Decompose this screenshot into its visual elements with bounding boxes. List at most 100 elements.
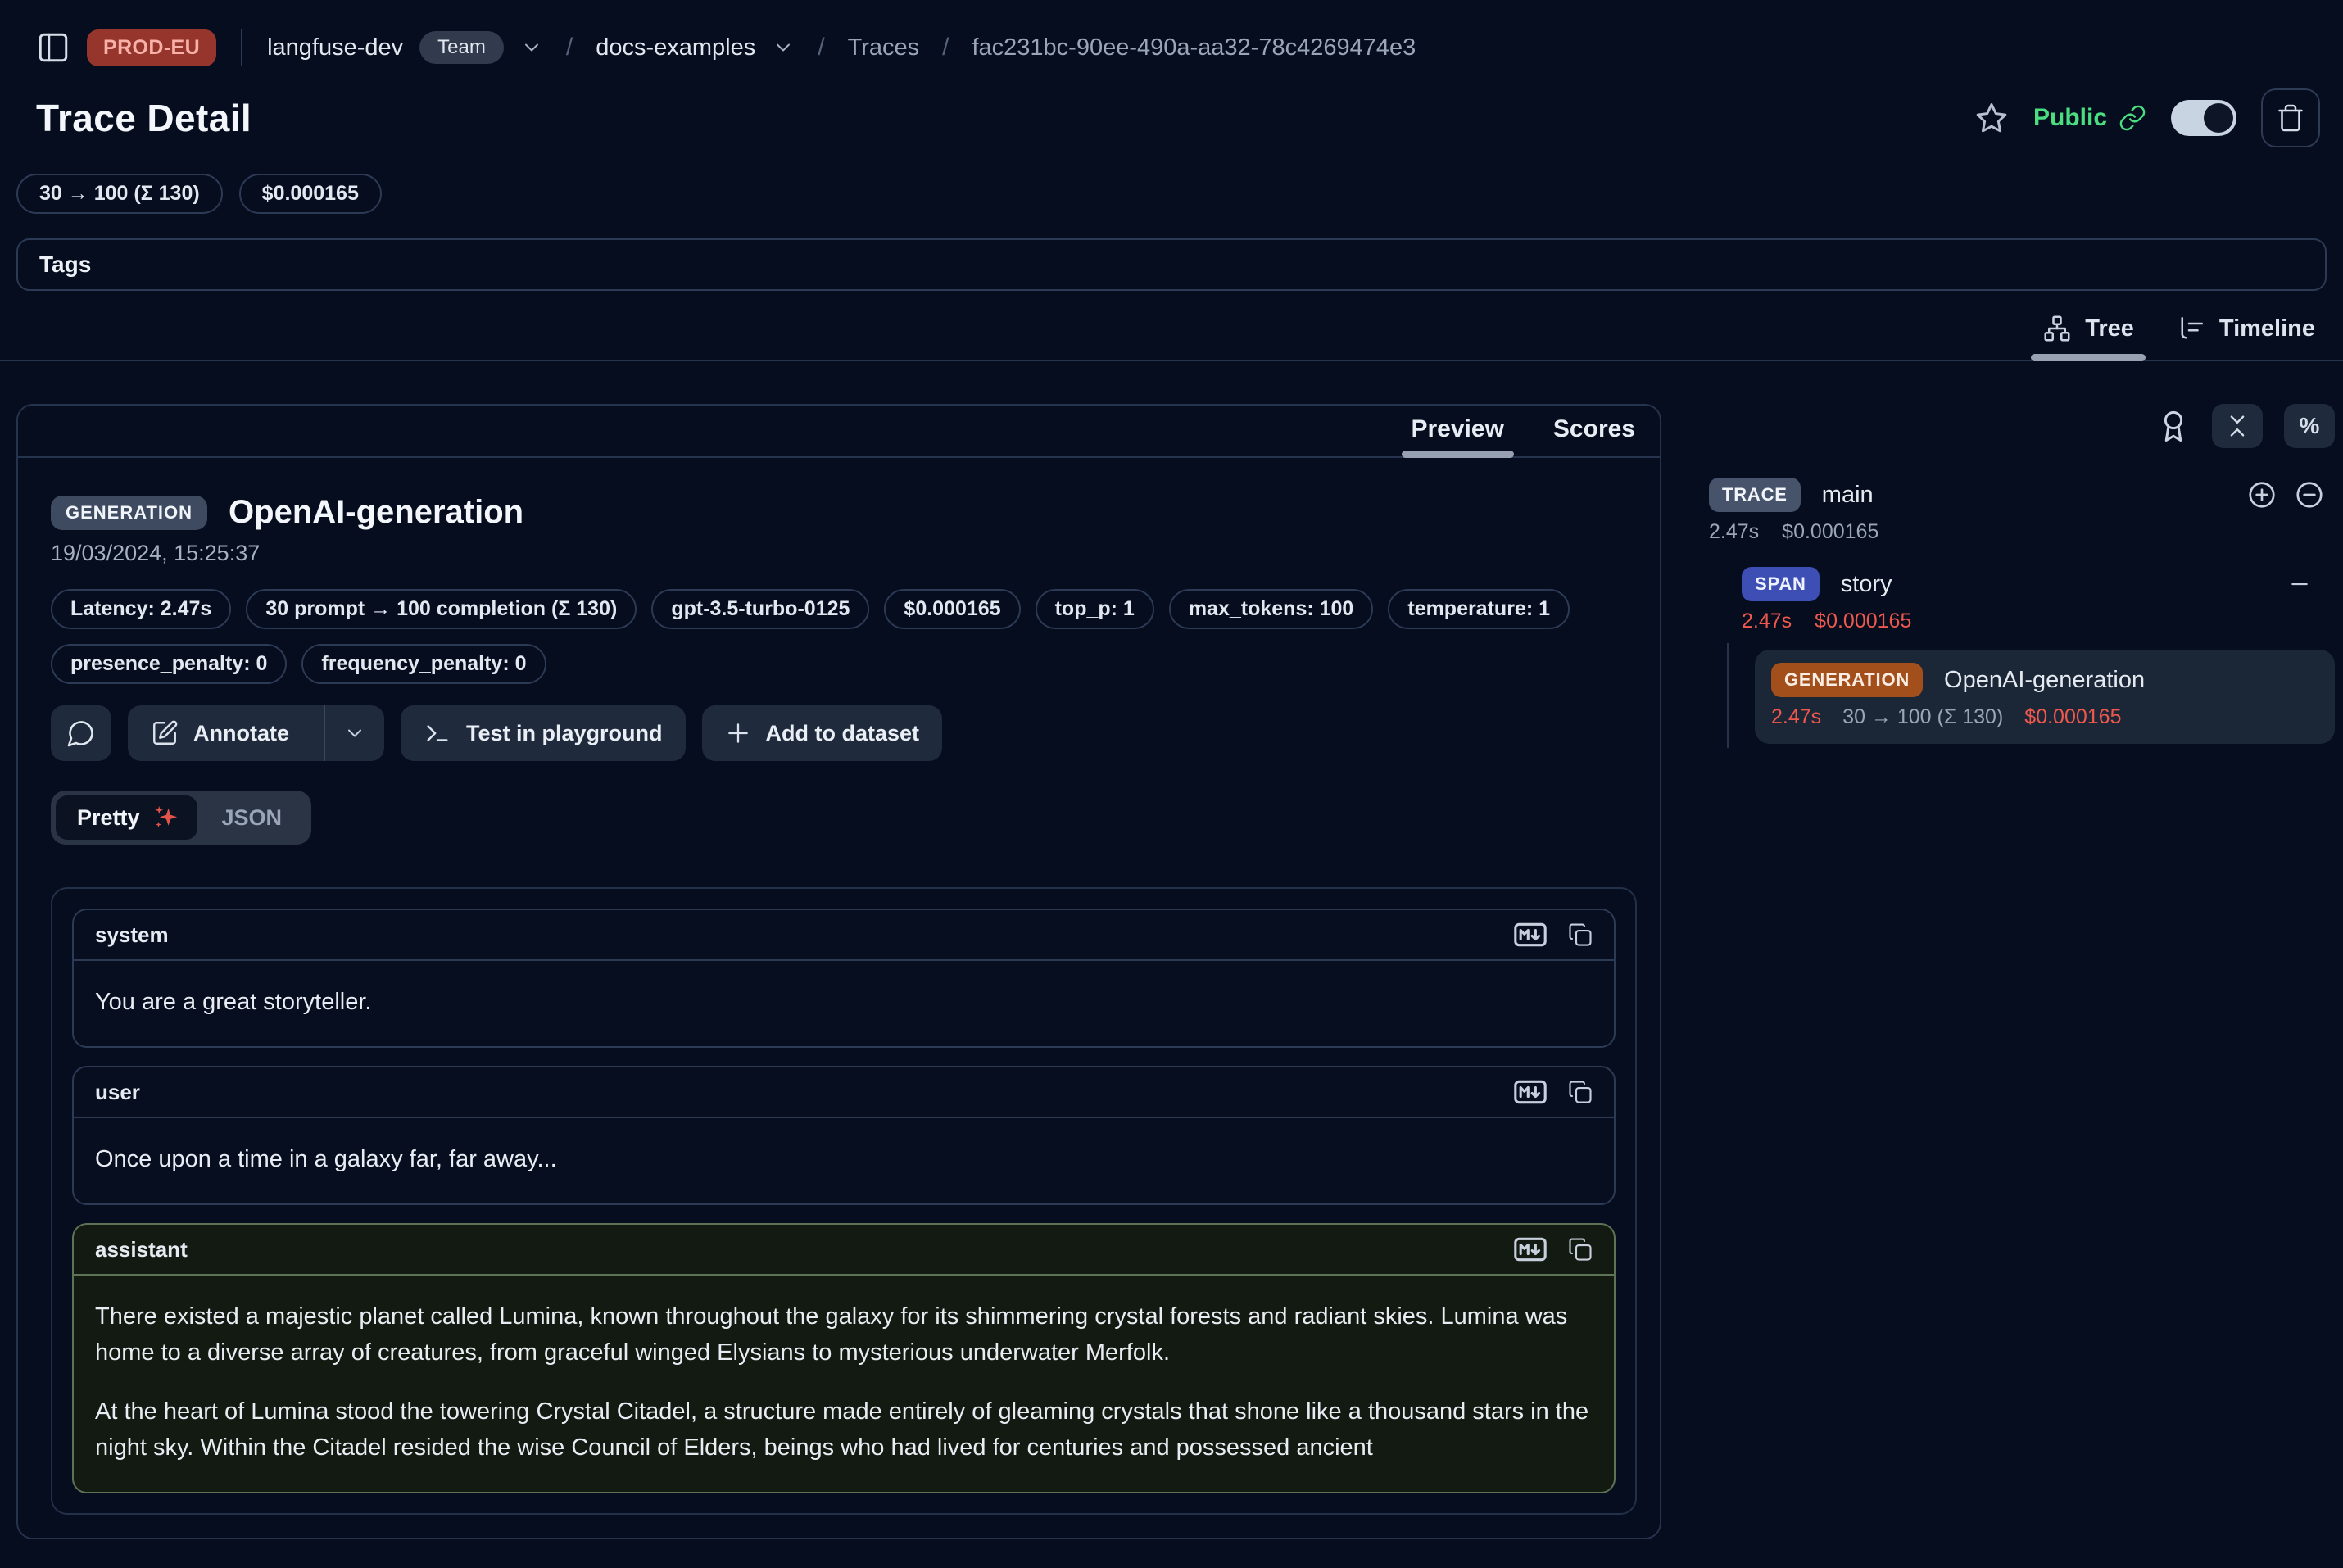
tree-indent-guide [1727,643,1729,748]
top-p-badge: top_p: 1 [1036,589,1154,629]
generation-cost: $0.000165 [2024,705,2121,729]
tags-box[interactable]: Tags [16,238,2327,291]
generation-name: OpenAI-generation [1944,667,2145,694]
messages-container: system You are a great storyteller. [51,887,1637,1515]
tree-node-generation-selected[interactable]: GENERATION OpenAI-generation 2.47s 30 → … [1755,650,2335,744]
format-toggle: Pretty JSON [51,791,311,845]
trace-summary-badges: 30 → 100 (Σ 130) $0.000165 [16,174,2343,214]
tab-tree[interactable]: Tree [2042,314,2134,360]
breadcrumb-trace-id: fac231bc-90ee-490a-aa32-78c4269474e3 [972,34,1416,61]
markdown-toggle-icon[interactable] [1514,922,1547,948]
breadcrumb-separator: / [566,34,573,61]
generation-metrics: 2.47s 30 → 100 (Σ 130) $0.000165 [1771,705,2318,729]
trace-type-badge: TRACE [1709,478,1801,512]
format-pretty-segment[interactable]: Pretty [56,795,197,840]
observation-badges-row1: Latency: 2.47s 30 prompt → 100 completio… [51,589,1637,629]
divider [241,29,242,66]
tab-timeline-label: Timeline [2219,315,2315,342]
message-assistant: assistant There existed a majestic plane… [72,1223,1616,1493]
generation-tokens: 30 → 100 (Σ 130) [1842,705,2003,729]
annotate-button[interactable]: Annotate [128,705,384,761]
message-system: system You are a great storyteller. [72,909,1616,1048]
comment-button[interactable] [51,705,111,761]
sparkles-icon [152,804,179,832]
toggle-knob [2204,103,2233,133]
org-plan-badge: Team [419,31,504,64]
breadcrumb-traces[interactable]: Traces [848,34,920,61]
tab-timeline[interactable]: Timeline [2177,314,2315,360]
copy-icon[interactable] [1568,1237,1593,1262]
trace-latency: 2.47s [1709,520,1759,544]
public-toggle[interactable] [2171,100,2236,136]
playground-label: Test in playground [466,721,663,746]
copy-icon[interactable] [1568,922,1593,947]
cost-badge: $0.000165 [239,174,382,214]
test-in-playground-button[interactable]: Test in playground [401,705,686,761]
tree-node-trace[interactable]: TRACE main [1709,478,2335,512]
trace-tree-panel: % TRACE main 2.47s $0.000165 SPAN story [1709,404,2343,744]
collapse-all-circle-icon[interactable] [2294,479,2325,510]
public-label: Public [2033,104,2107,132]
add-to-dataset-button[interactable]: Add to dataset [702,705,943,761]
message-role: system [95,922,169,948]
breadcrumb-org[interactable]: langfuse-dev [267,34,403,61]
breadcrumb-separator: / [818,34,824,61]
environment-badge[interactable]: PROD-EU [87,29,216,66]
breadcrumb: PROD-EU langfuse-dev Team / docs-example… [36,23,2317,72]
timeline-icon [2177,314,2206,343]
public-share-link[interactable]: Public [2033,104,2146,132]
annotate-label: Annotate [193,721,289,746]
copy-icon[interactable] [1568,1080,1593,1104]
tree-node-span[interactable]: SPAN story [1742,567,2335,601]
frequency-penalty-badge: frequency_penalty: 0 [301,644,546,684]
sidebar-toggle-icon[interactable] [36,30,70,65]
plus-icon [725,720,751,746]
token-usage-badge: 30 → 100 (Σ 130) [16,174,223,214]
temperature-badge: temperature: 1 [1388,589,1570,629]
markdown-toggle-icon[interactable] [1514,1236,1547,1262]
expand-all-icon[interactable] [2246,479,2277,510]
chevron-down-icon[interactable] [520,36,543,59]
panel-tabs: Preview Scores [18,406,1660,458]
link-icon [2119,104,2146,132]
add-to-dataset-label: Add to dataset [766,721,920,746]
chevron-down-icon[interactable] [772,36,795,59]
span-cost: $0.000165 [1815,610,1911,633]
model-badge: gpt-3.5-turbo-0125 [651,589,869,629]
tab-tree-label: Tree [2085,315,2134,342]
message-content-paragraph: There existed a majestic planet called L… [95,1298,1593,1371]
collapse-node-icon[interactable] [2287,572,2312,596]
observation-title: OpenAI-generation [229,494,523,531]
award-icon[interactable] [2156,409,2191,443]
delete-trace-button[interactable] [2261,88,2320,147]
observation-panel: Preview Scores GENERATION OpenAI-generat… [16,404,1661,1539]
annotate-dropdown-chevron[interactable] [324,705,384,761]
max-tokens-badge: max_tokens: 100 [1169,589,1374,629]
observation-badges-row2: presence_penalty: 0 frequency_penalty: 0 [51,644,1637,684]
generation-latency: 2.47s [1771,705,1821,729]
message-role: user [95,1080,140,1105]
annotate-pen-icon [151,719,179,747]
breadcrumb-separator: / [942,34,949,61]
span-metrics: 2.47s $0.000165 [1742,610,2335,633]
message-content: Once upon a time in a galaxy far, far aw… [74,1118,1614,1203]
collapse-all-button[interactable] [2212,404,2263,448]
latency-badge: Latency: 2.47s [51,589,231,629]
presence-penalty-badge: presence_penalty: 0 [51,644,287,684]
message-content: You are a great storyteller. [74,961,1614,1046]
breadcrumb-project[interactable]: docs-examples [596,34,755,61]
bookmark-star-icon[interactable] [1974,101,2009,135]
page-title: Trace Detail [36,96,252,140]
percent-icon: % [2300,413,2320,439]
markdown-toggle-icon[interactable] [1514,1079,1547,1105]
tags-label: Tags [39,252,91,278]
metrics-toggle-button[interactable]: % [2284,404,2335,448]
format-json-segment[interactable]: JSON [197,797,307,839]
tab-scores[interactable]: Scores [1553,415,1635,456]
trace-name: main [1822,482,1874,509]
generation-type-badge: GENERATION [1771,663,1923,697]
observation-type-badge: GENERATION [51,496,207,530]
tab-preview[interactable]: Preview [1412,415,1504,456]
terminal-icon [424,719,451,747]
observation-timestamp: 19/03/2024, 15:25:37 [51,541,1637,566]
